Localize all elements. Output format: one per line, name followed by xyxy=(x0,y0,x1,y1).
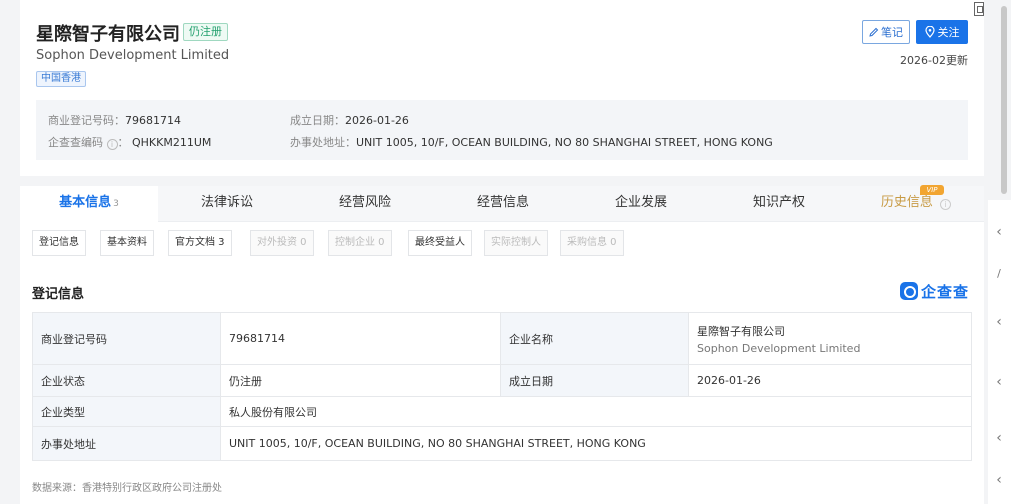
cell-key: 办事处地址 xyxy=(32,426,221,461)
subtab-controller: 实际控制人 xyxy=(484,230,548,256)
cell-value: 2026-01-26 xyxy=(688,364,972,397)
subtab-registration[interactable]: 登记信息 xyxy=(32,230,86,256)
tab-history[interactable]: 历史信息 i xyxy=(848,186,984,222)
chevron-left-icon[interactable]: ‹ xyxy=(989,312,1009,332)
tab-count: 3 xyxy=(113,199,119,209)
follow-label: 关注 xyxy=(937,26,960,39)
summary-reg-no-value: 79681714 xyxy=(125,114,181,127)
registration-table: 商业登记号码 79681714 企业名称 星際智子有限公司 Sophon Dev… xyxy=(32,312,972,461)
summary-address-label: 办事处地址： xyxy=(290,136,356,149)
brand-logo: 企查查 xyxy=(900,281,969,301)
brand-text: 企查查 xyxy=(921,282,970,301)
note-label: 笔记 xyxy=(881,26,903,39)
cell-value: 仍注册 xyxy=(220,364,501,397)
summary-box: 商业登记号码：79681714 成立日期：2026-01-26 企查查编码 i：… xyxy=(36,100,968,160)
vip-badge: VIP xyxy=(920,185,944,195)
tab-risk[interactable]: 经营风险 xyxy=(296,186,434,222)
chevron-left-icon[interactable]: ‹ xyxy=(989,222,1009,242)
side-toolbar: ‹ / ‹ ‹ ‹ ‹ xyxy=(988,200,1011,504)
summary-qcc-code: 企查查编码 i： QHKKM211UM xyxy=(48,136,212,150)
location-pin-icon xyxy=(924,26,935,38)
table-row: 企业类型 私人股份有限公司 xyxy=(32,396,972,427)
cell-value: 79681714 xyxy=(220,312,501,365)
subtab-investment: 对外投资 0 xyxy=(250,230,314,256)
company-header: 星際智子有限公司 仍注册 Sophon Development Limited … xyxy=(20,0,984,176)
subtab-purchase: 采购信息 0 xyxy=(560,230,624,256)
tab-basic-info[interactable]: 基本信息 3 xyxy=(20,186,158,222)
info-icon: i xyxy=(940,199,952,210)
updated-date: 2026-02更新 xyxy=(900,54,968,67)
summary-qcc-value: QHKKM211UM xyxy=(132,136,212,149)
tab-operation[interactable]: 经营信息 xyxy=(434,186,572,222)
cell-value: UNIT 1005, 10/F, OCEAN BUILDING, NO 80 S… xyxy=(220,426,972,461)
summary-founded-label: 成立日期： xyxy=(290,114,345,127)
cell-key: 企业状态 xyxy=(32,364,221,397)
pencil-icon xyxy=(869,27,879,37)
summary-address: 办事处地址：UNIT 1005, 10/F, OCEAN BUILDING, N… xyxy=(290,134,773,150)
tab-development[interactable]: 企业发展 xyxy=(572,186,710,222)
summary-address-value: UNIT 1005, 10/F, OCEAN BUILDING, NO 80 S… xyxy=(356,136,773,149)
tab-bar: 基本信息 3 法律诉讼 经营风险 经营信息 企业发展 知识产权 历史信息 i VI… xyxy=(20,185,984,222)
table-row: 办事处地址 UNIT 1005, 10/F, OCEAN BUILDING, N… xyxy=(32,426,972,461)
cell-key: 成立日期 xyxy=(500,364,689,397)
status-tag: 仍注册 xyxy=(183,23,228,41)
summary-founded-value: 2026-01-26 xyxy=(345,114,409,127)
cell-key: 企业类型 xyxy=(32,396,221,427)
tab-ip[interactable]: 知识产权 xyxy=(710,186,848,222)
qcc-logo-icon xyxy=(900,282,918,300)
table-row: 商业登记号码 79681714 企业名称 星際智子有限公司 Sophon Dev… xyxy=(32,312,972,365)
chevron-left-icon[interactable]: ‹ xyxy=(989,470,1009,490)
follow-button[interactable]: 关注 xyxy=(916,20,968,44)
cell-value: 星際智子有限公司 Sophon Development Limited xyxy=(688,312,972,365)
cell-value: 私人股份有限公司 xyxy=(220,396,972,427)
info-icon[interactable]: i xyxy=(106,139,118,150)
note-button[interactable]: 笔记 xyxy=(862,20,910,44)
slash-icon[interactable]: / xyxy=(989,264,1009,284)
table-row: 企业状态 仍注册 成立日期 2026-01-26 xyxy=(32,364,972,397)
scrollbar[interactable] xyxy=(1001,6,1007,194)
subtab-basic[interactable]: 基本资料 xyxy=(100,230,154,256)
tab-history-label: 历史信息 xyxy=(880,195,933,210)
summary-founded: 成立日期：2026-01-26 xyxy=(290,112,409,128)
window-icon[interactable] xyxy=(974,2,984,16)
company-name-cn: 星際智子有限公司 xyxy=(697,324,785,338)
summary-reg-no-label: 商业登记号码： xyxy=(48,114,125,127)
summary-qcc-label: 企查查编码 xyxy=(48,136,103,149)
tab-legal[interactable]: 法律诉讼 xyxy=(158,186,296,222)
region-tag[interactable]: 中国香港 xyxy=(36,71,86,87)
main-content: 基本信息 3 法律诉讼 经营风险 经营信息 企业发展 知识产权 历史信息 i VI… xyxy=(20,185,984,504)
subtab-beneficiary[interactable]: 最终受益人 xyxy=(408,230,472,256)
data-source: 数据来源：香港特别行政区政府公司注册处 xyxy=(32,483,222,494)
section-title: 登记信息 xyxy=(32,287,85,302)
summary-reg-no: 商业登记号码：79681714 xyxy=(48,112,181,128)
chevron-left-icon[interactable]: ‹ xyxy=(989,372,1009,392)
subtab-controlled: 控制企业 0 xyxy=(328,230,392,256)
company-english-name: Sophon Development Limited xyxy=(36,48,230,63)
tab-label: 基本信息 xyxy=(59,195,112,210)
cell-key: 商业登记号码 xyxy=(32,312,221,365)
company-name-en: Sophon Development Limited xyxy=(697,341,861,355)
company-name: 星際智子有限公司 xyxy=(36,24,180,45)
subtab-documents[interactable]: 官方文档 3 xyxy=(168,230,232,256)
cell-key: 企业名称 xyxy=(500,312,689,365)
chevron-left-icon[interactable]: ‹ xyxy=(989,428,1009,448)
